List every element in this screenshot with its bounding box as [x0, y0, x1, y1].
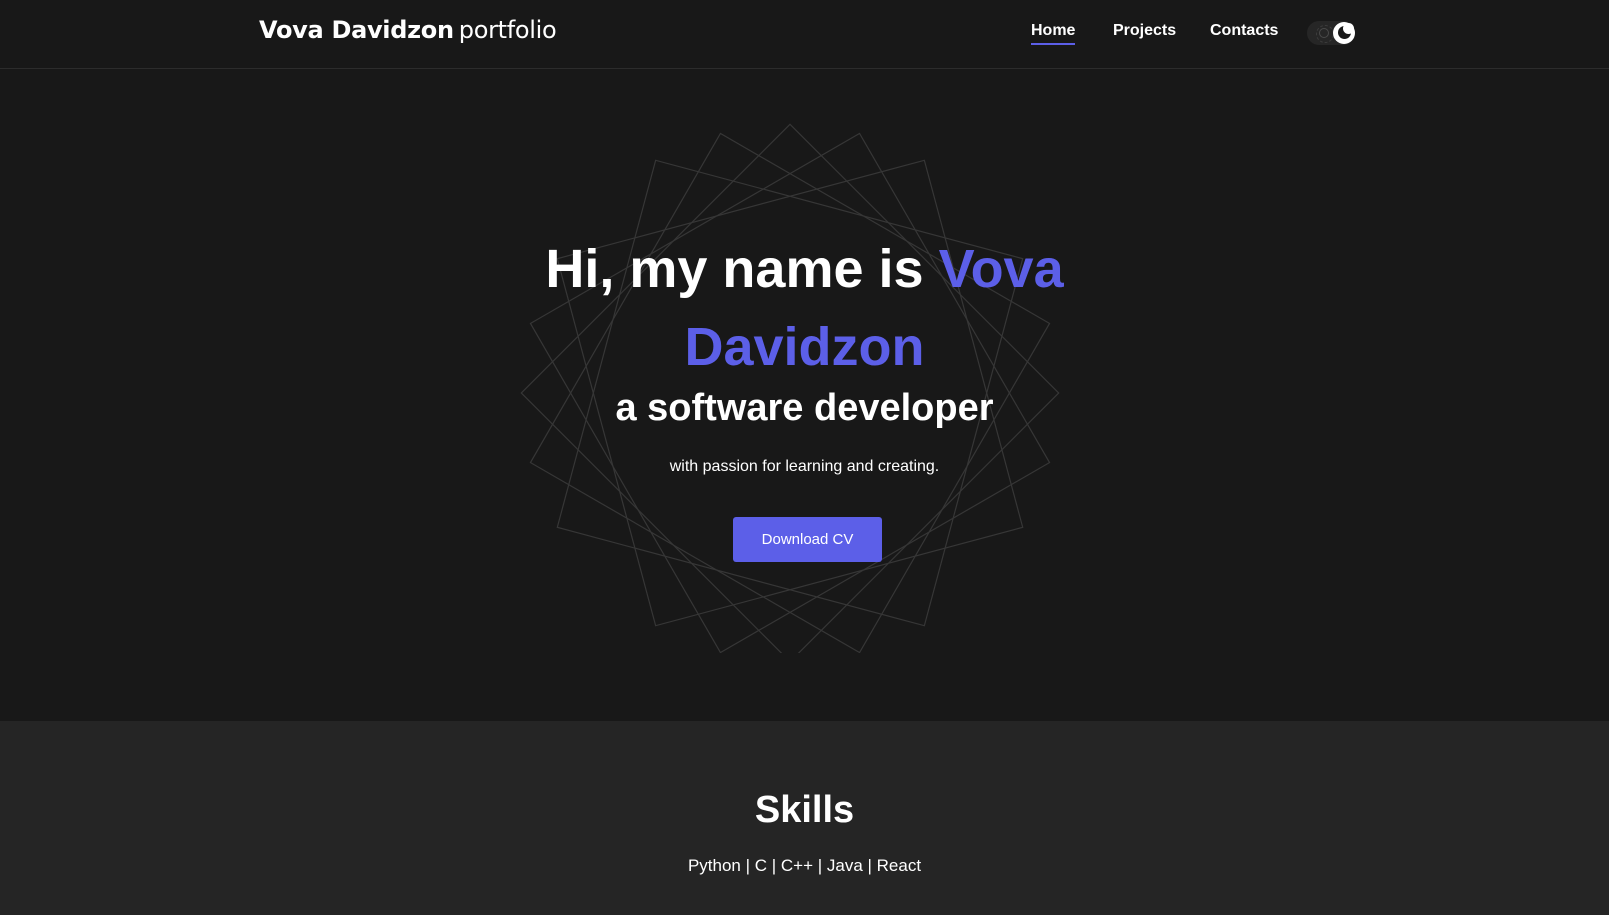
- hero-name-first: Vova: [938, 239, 1064, 299]
- skills-section: Skills Python | C | C++ | Java | React: [0, 721, 1609, 915]
- hero-title: Hi, my name is Vova Davidzon: [0, 230, 1609, 386]
- hero-tagline: with passion for learning and creating.: [669, 458, 940, 475]
- moon-icon: [1338, 23, 1354, 39]
- hero-greeting: Hi, my name is: [545, 239, 924, 299]
- hero-name-last: Davidzon: [684, 317, 925, 377]
- brand-name: Vova Davidzon: [259, 16, 454, 44]
- hero-subtitle: a software developer: [615, 387, 994, 429]
- sun-icon: [1316, 25, 1334, 43]
- skills-list: Python | C | C++ | Java | React: [687, 856, 922, 875]
- nav-link-projects[interactable]: Projects: [1113, 22, 1176, 40]
- toggle-knob: [1333, 22, 1355, 44]
- hero-section: Hi, my name is Vova Davidzon a software …: [0, 69, 1609, 721]
- brand-suffix: portfolio: [458, 16, 557, 44]
- skills-title: Skills: [754, 789, 855, 831]
- theme-toggle[interactable]: [1307, 21, 1355, 45]
- nav-link-home[interactable]: Home: [1031, 22, 1076, 45]
- brand-logo[interactable]: Vova Davidzon portfolio: [259, 16, 557, 44]
- download-cv-button[interactable]: Download CV: [733, 517, 882, 562]
- nav-link-contacts[interactable]: Contacts: [1210, 22, 1278, 40]
- top-navbar: Vova Davidzon portfolio Home Projects Con…: [0, 0, 1609, 69]
